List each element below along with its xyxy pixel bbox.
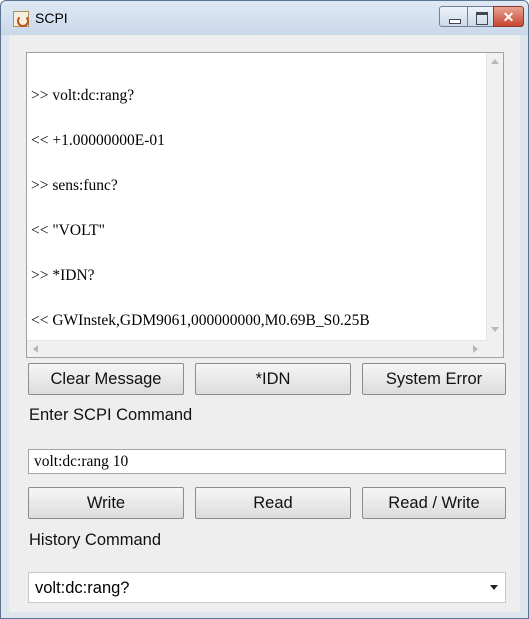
message-line: >> volt:dc:rang?	[31, 87, 135, 104]
scpi-command-input[interactable]	[28, 449, 506, 474]
scroll-down-icon[interactable]	[491, 327, 499, 332]
close-button[interactable]: ✕	[493, 6, 524, 27]
message-line: << GWInstek,GDM9061,000000000,M0.69B_S0.…	[31, 312, 370, 329]
chevron-down-icon[interactable]	[490, 585, 498, 590]
history-label: History Command	[29, 531, 162, 549]
scroll-corner	[486, 340, 503, 357]
horizontal-scrollbar[interactable]	[27, 340, 486, 357]
command-label: Enter SCPI Command	[29, 406, 193, 424]
window-title: SCPI	[35, 10, 68, 26]
clear-message-button[interactable]: Clear Message	[28, 363, 184, 395]
read-write-button[interactable]: Read / Write	[362, 487, 506, 519]
message-line: >> sens:func?	[31, 177, 118, 194]
message-line: >> *IDN?	[31, 267, 95, 284]
title-bar[interactable]: SCPI ✕	[1, 1, 528, 35]
message-log-area[interactable]: >> volt:dc:rang? << +1.00000000E-01 >> s…	[26, 52, 504, 358]
write-button[interactable]: Write	[28, 487, 184, 519]
idn-button[interactable]: *IDN	[195, 363, 351, 395]
message-line: << "VOLT"	[31, 222, 105, 239]
history-selected-value: volt:dc:rang?	[35, 579, 130, 597]
scroll-up-icon[interactable]	[491, 59, 499, 64]
scroll-left-icon[interactable]	[33, 345, 38, 353]
scroll-right-icon[interactable]	[473, 345, 478, 353]
history-command-dropdown[interactable]: volt:dc:rang?	[28, 572, 506, 603]
content-panel: >> volt:dc:rang? << +1.00000000E-01 >> s…	[9, 35, 520, 612]
message-line: << +1.00000000E-01	[31, 132, 165, 149]
minimize-button[interactable]	[439, 6, 468, 27]
maximize-button[interactable]	[467, 6, 494, 27]
read-button[interactable]: Read	[195, 487, 351, 519]
message-log-text[interactable]: >> volt:dc:rang? << +1.00000000E-01 >> s…	[31, 58, 487, 340]
vertical-scrollbar[interactable]	[486, 53, 503, 340]
system-error-button[interactable]: System Error	[362, 363, 506, 395]
close-icon: ✕	[502, 9, 515, 25]
scpi-window: SCPI ✕ >> volt:dc:rang? << +1.00000000E-…	[0, 0, 529, 619]
java-app-icon	[13, 11, 29, 27]
